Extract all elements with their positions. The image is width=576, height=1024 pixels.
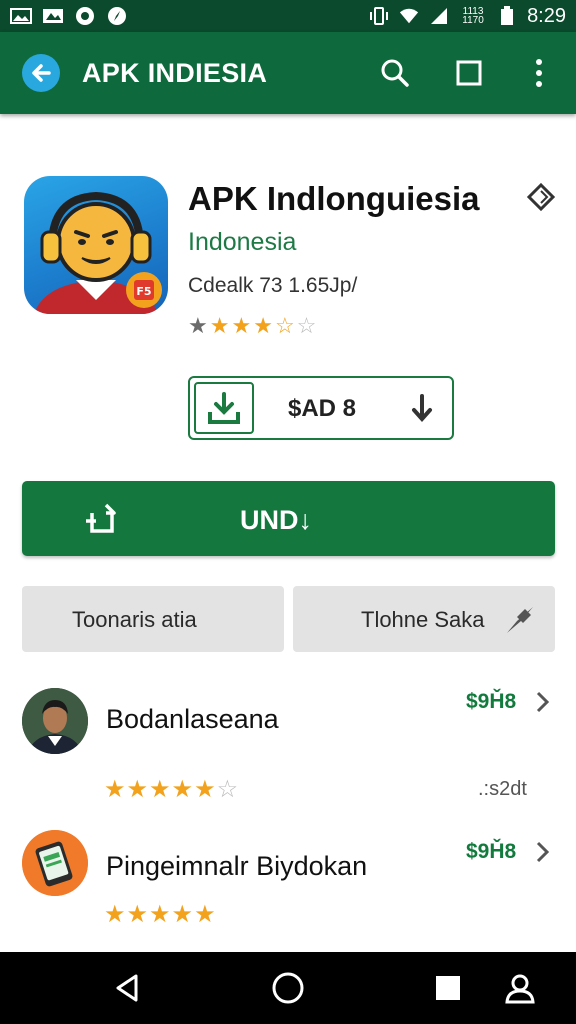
empty-star-icon: ☆ [216,776,240,803]
vibrate-icon [369,7,389,25]
star-icon: ★ [231,313,252,338]
bookmark-diamond-icon[interactable] [526,182,556,212]
star-icon: ★ [209,313,230,338]
empty-star-icon: ☆ [296,313,317,338]
person-icon[interactable] [500,968,540,1008]
install-button[interactable]: UND↓ [22,481,555,556]
download-tray-icon [194,382,254,434]
signal-icon [429,7,449,25]
secondary-button-left[interactable]: Toonaris atia [22,586,284,652]
secondary-button-right-label: Tlohne Saka [361,607,485,632]
signal-text: 1113 1170 [462,6,484,26]
battery-icon [497,6,517,25]
compass-icon [106,7,128,25]
back-triangle-icon[interactable] [108,968,148,1008]
app-bar: APK INDIESIA [0,32,576,114]
app-bar-title: APK INDIESIA [82,58,268,88]
chevron-right-icon[interactable] [532,840,552,864]
status-bar: 1113 1170 8:29 [0,0,576,32]
search-icon[interactable] [378,56,412,90]
list-item-price: $9Ȟ8 [466,840,517,863]
gallery-icon [10,7,32,25]
back-arrow-icon[interactable] [22,54,60,92]
app-name: APK Indlonguiesia [188,180,480,217]
star-icons: ★★★★★ [104,901,217,928]
app-meta: Cdealk 73 1.65Jp/ [188,274,358,297]
chevron-right-icon[interactable] [532,690,552,714]
status-time: 8:29 [527,4,566,27]
app-developer[interactable]: Indonesia [188,228,296,257]
photos-icon [42,7,64,25]
down-arrow-icon [406,392,438,424]
app-icon: F5 [24,176,168,314]
record-icon [74,7,96,25]
avatar [22,830,88,896]
recents-square-icon[interactable] [428,968,468,1008]
list-item-extra: .:s2dt [478,778,527,800]
home-circle-icon[interactable] [268,968,308,1008]
square-icon[interactable] [452,56,486,90]
list-item-title: Bodanlaseana [106,704,279,734]
price-button[interactable]: $AD 8 [188,376,454,440]
share-icon [82,499,122,539]
list-item-stars: ★★★★★☆ [104,775,239,804]
list-item-price: $9Ȟ8 [466,690,517,713]
pin-icon [503,603,537,637]
list-item[interactable]: Pingeimnalr Biydokan $9Ȟ8 ★★★★★ [0,826,576,936]
wifi-icon [399,7,419,25]
list-item[interactable]: Bodanlaseana $9Ȟ8 ★★★★★☆ .:s2dt [0,680,576,810]
secondary-button-left-label: Toonaris atia [72,607,197,632]
secondary-button-right[interactable]: Tlohne Saka [293,586,555,652]
navigation-bar [0,952,576,1024]
list-item-stars: ★★★★★ [104,900,217,929]
list-item-title: Pingeimnalr Biydokan [106,851,368,881]
star-icon: ★ [188,313,208,338]
half-star-icon: ☆ [274,313,295,338]
star-icons: ★★★★★ [104,776,217,803]
app-rating: ★ ★ ★ ★ ☆ ☆ [188,313,316,339]
install-label: UND↓ [240,505,312,535]
price-label: $AD 8 [288,395,357,422]
avatar [22,688,88,754]
star-icon: ★ [253,313,273,338]
more-vert-icon[interactable] [522,56,556,90]
svg-text:F5: F5 [136,285,151,298]
